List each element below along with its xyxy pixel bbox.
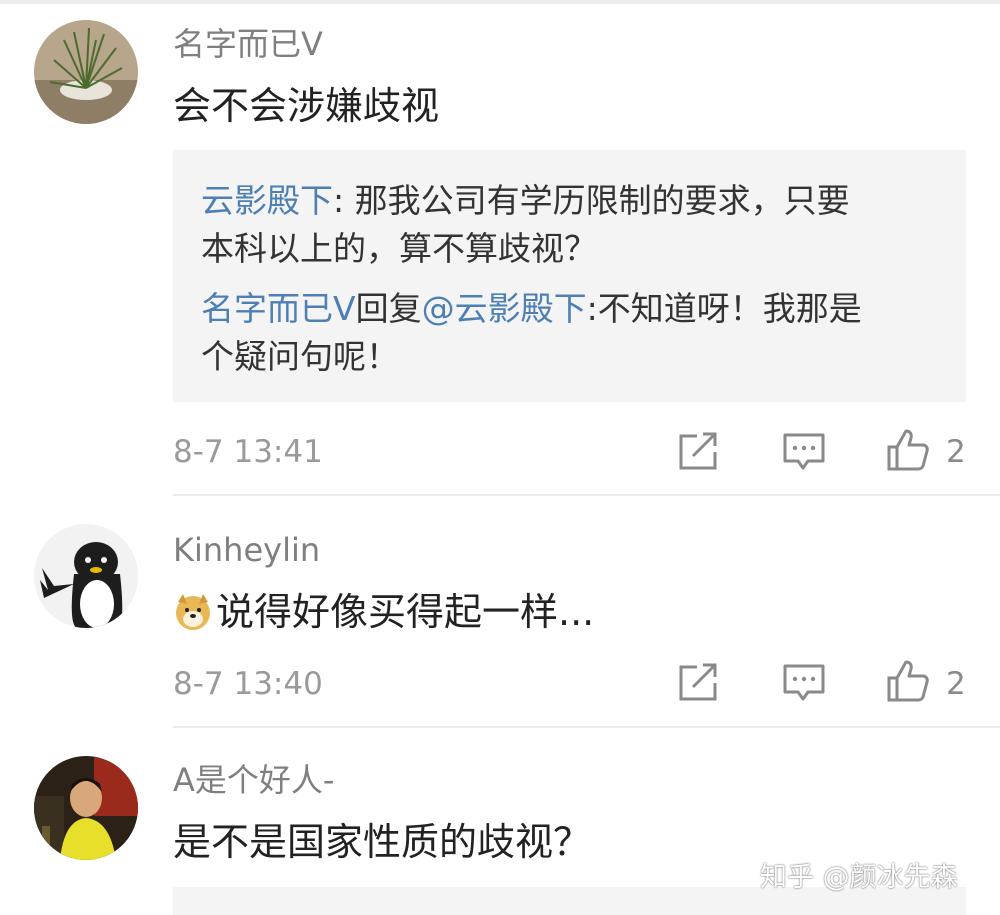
avatar[interactable] (34, 20, 138, 124)
comment-divider (173, 494, 1000, 496)
reply-text: :不知道呀！我那是 (586, 289, 862, 328)
quote-username[interactable]: 云影殿下 (201, 181, 333, 220)
mention-link[interactable]: @云影殿下 (422, 289, 587, 328)
avatar[interactable] (34, 756, 138, 860)
quote-text: 那我公司有学历限制的要求，只要 (354, 181, 850, 220)
penguin-avatar-image (34, 524, 138, 628)
comment-timestamp: 8-7 13:41 (173, 434, 323, 470)
thumbs-up-icon[interactable] (886, 659, 930, 703)
thumbs-up-icon[interactable] (886, 428, 930, 472)
comment-divider (173, 726, 1000, 728)
share-icon[interactable] (677, 661, 721, 705)
reply-username[interactable]: 名字而已V (201, 289, 356, 328)
avatar[interactable] (34, 524, 138, 628)
watermark: 知乎 @颜冰先森 (760, 862, 958, 893)
doge-emoji-icon (176, 594, 210, 630)
top-divider (0, 0, 1000, 4)
share-icon[interactable] (677, 430, 721, 474)
comment-text: 说得好像买得起一样... (216, 590, 595, 634)
reply-word: 回复 (355, 289, 422, 328)
quoted-conversation[interactable]: 云影殿下: 那我公司有学历限制的要求，只要 本科以上的，算不算歧视？ 名字而已V… (173, 150, 966, 402)
like-count: 2 (946, 666, 966, 702)
comment-content: 是不是国家性质的歧视？ (173, 820, 592, 864)
comment-username[interactable]: Kinheylin (173, 530, 320, 570)
comment-reply-icon[interactable] (782, 661, 826, 705)
plant-avatar-image (34, 20, 138, 124)
quote-line-2: 本科以上的，算不算歧视？ (201, 229, 597, 268)
quote-line-1: 云影殿下: 那我公司有学历限制的要求，只要 (201, 181, 850, 220)
comment-content-row: 说得好像买得起一样... (173, 588, 594, 636)
comment-username[interactable]: 名字而已V (173, 24, 323, 64)
quote-line-4: 个疑问句呢！ (201, 337, 399, 376)
quote-line-3: 名字而已V回复@云影殿下:不知道呀！我那是 (201, 284, 862, 334)
comment-timestamp: 8-7 13:40 (173, 666, 323, 702)
like-count: 2 (946, 434, 966, 470)
comment-content: 会不会涉嫌歧视 (173, 84, 440, 128)
comment-reply-icon[interactable] (782, 430, 826, 474)
person-avatar-image (34, 756, 138, 860)
comment-username[interactable]: A是个好人- (173, 760, 334, 800)
